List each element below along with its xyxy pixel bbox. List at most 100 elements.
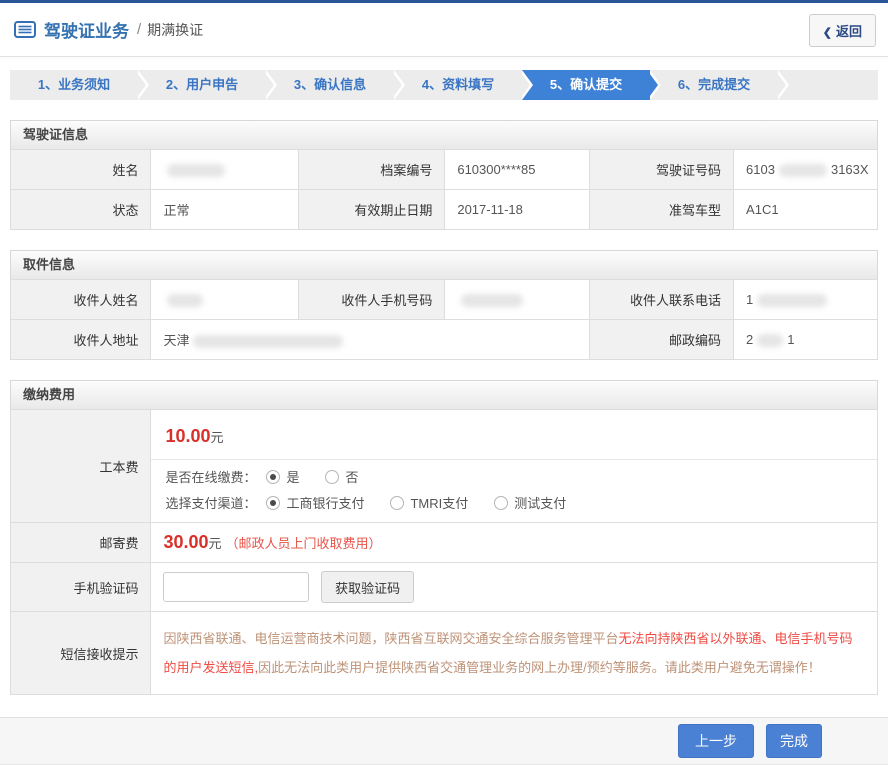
redacted-value (167, 294, 203, 307)
table-row: 姓名 档案编号 610300****85 驾驶证号码 6103 3163X (11, 150, 878, 190)
step-6-complete-submit[interactable]: 6、完成提交 (650, 70, 778, 100)
breadcrumb-current: 期满换证 (147, 20, 203, 40)
expiry-label: 有效期止日期 (298, 190, 445, 230)
chevron-left-icon: ❮ (823, 27, 832, 39)
recipient-mobile-value (445, 280, 590, 320)
table-row: 工本费 10.00元 是否在线缴费： 是 否 选择支付渠道： 工商银行支付 TM… (11, 410, 878, 523)
production-fee-unit: 元 (211, 430, 224, 445)
phone-prefix: 1 (746, 292, 753, 307)
online-pay-no-option[interactable]: 否 (325, 467, 358, 486)
postcode-suffix: 1 (787, 332, 794, 347)
mailing-fee-cell: 30.00元（邮政人员上门收取费用） (151, 523, 878, 563)
file-number-label: 档案编号 (298, 150, 445, 190)
sms-notice-text-3: 因此无法向此类用户提供陕西省交通管理业务的网上办理/预约等服务。请此类用户避免无… (258, 660, 821, 675)
step-2-user-declaration[interactable]: 2、用户申告 (138, 70, 266, 100)
step-3-confirm-info[interactable]: 3、确认信息 (266, 70, 394, 100)
name-value (151, 150, 298, 190)
radio-unchecked-icon[interactable] (390, 496, 404, 510)
channel-icbc-label: 工商银行支付 (286, 493, 364, 512)
step-5-confirm-submit[interactable]: 5、确认提交 (522, 70, 650, 100)
license-list-icon (14, 21, 36, 38)
radio-unchecked-icon[interactable] (325, 470, 339, 484)
vehicle-type-label: 准驾车型 (590, 190, 734, 230)
mailing-fee-label: 邮寄费 (11, 523, 151, 563)
license-info-table: 姓名 档案编号 610300****85 驾驶证号码 6103 3163X 状态 … (10, 149, 878, 230)
table-row: 收件人地址 天津 邮政编码 21 (11, 320, 878, 360)
mailing-fee-amount: 30.00 (163, 532, 208, 552)
step-label: 5、确认提交 (550, 77, 622, 92)
license-info-section: 驾驶证信息 姓名 档案编号 610300****85 驾驶证号码 6103 316… (10, 120, 878, 230)
table-row: 状态 正常 有效期止日期 2017-11-18 准驾车型 A1C1 (11, 190, 878, 230)
production-fee-cell: 10.00元 是否在线缴费： 是 否 选择支付渠道： 工商银行支付 TMRI支付… (151, 410, 878, 523)
table-row: 邮寄费 30.00元（邮政人员上门收取费用） (11, 523, 878, 563)
recipient-phone-value: 1 (734, 280, 878, 320)
license-number-value: 6103 3163X (734, 150, 878, 190)
online-pay-label: 是否在线缴费： (165, 467, 256, 486)
production-fee-amount: 10.00 (165, 426, 210, 446)
get-code-button[interactable]: 获取验证码 (321, 571, 414, 603)
pay-channel-option-row: 选择支付渠道： 工商银行支付 TMRI支付 测试支付 (151, 486, 877, 512)
radio-checked-icon[interactable] (266, 496, 280, 510)
finish-button[interactable]: 完成 (766, 724, 822, 758)
channel-test-label: 测试支付 (514, 493, 566, 512)
step-label: 3、确认信息 (294, 77, 366, 92)
production-fee-label: 工本费 (11, 410, 151, 523)
step-label: 2、用户申告 (166, 77, 238, 92)
step-bar-filler (778, 70, 878, 100)
redacted-value (461, 294, 523, 307)
recipient-mobile-label: 收件人手机号码 (298, 280, 445, 320)
sms-notice-cell: 因陕西省联通、电信运营商技术问题，陕西省互联网交通安全综合服务管理平台无法向持陕… (151, 612, 878, 695)
step-4-fill-data[interactable]: 4、资料填写 (394, 70, 522, 100)
step-1-business-notice[interactable]: 1、业务须知 (10, 70, 138, 100)
postcode-value: 21 (734, 320, 878, 360)
back-button-label: 返回 (836, 24, 862, 39)
file-number-value: 610300****85 (445, 150, 590, 190)
channel-icbc-option[interactable]: 工商银行支付 (266, 493, 364, 512)
redacted-value (167, 164, 225, 177)
license-section-title: 驾驶证信息 (10, 120, 878, 149)
radio-unchecked-icon[interactable] (494, 496, 508, 510)
table-row: 手机验证码 获取验证码 (11, 563, 878, 612)
table-row: 短信接收提示 因陕西省联通、电信运营商技术问题，陕西省互联网交通安全综合服务管理… (11, 612, 878, 695)
page-title: 驾驶证业务 (44, 17, 129, 42)
recipient-address-label: 收件人地址 (11, 320, 151, 360)
license-number-label: 驾驶证号码 (590, 150, 734, 190)
name-label: 姓名 (11, 150, 151, 190)
mailing-fee-unit: 元 (209, 536, 222, 551)
pickup-info-table: 收件人姓名 收件人手机号码 收件人联系电话 1 收件人地址 天津 邮政编码 21 (10, 279, 878, 360)
sms-notice-label: 短信接收提示 (11, 612, 151, 695)
sms-notice-text-1: 因陕西省联通、电信运营商技术问题，陕西省互联网交通安全综合服务管理平台 (163, 631, 618, 646)
payment-section-title: 缴纳费用 (10, 380, 878, 409)
channel-tmri-label: TMRI支付 (410, 493, 468, 512)
online-pay-no-label: 否 (345, 467, 358, 486)
online-pay-yes-label: 是 (286, 467, 299, 486)
step-label: 4、资料填写 (422, 77, 494, 92)
page-header: 驾驶证业务 / 期满换证 ❮ 返回 (0, 3, 888, 57)
payment-section: 缴纳费用 工本费 10.00元 是否在线缴费： 是 否 选择支付渠道： 工商银行… (10, 380, 878, 695)
step-label: 6、完成提交 (678, 77, 750, 92)
sms-code-input[interactable] (163, 572, 309, 602)
payment-table: 工本费 10.00元 是否在线缴费： 是 否 选择支付渠道： 工商银行支付 TM… (10, 409, 878, 695)
postcode-prefix: 2 (746, 332, 753, 347)
online-pay-yes-option[interactable]: 是 (266, 467, 299, 486)
online-pay-option-row: 是否在线缴费： 是 否 (151, 460, 877, 486)
status-label: 状态 (11, 190, 151, 230)
channel-test-option[interactable]: 测试支付 (494, 493, 566, 512)
table-row: 收件人姓名 收件人手机号码 收件人联系电话 1 (11, 280, 878, 320)
license-number-suffix: 3163X (831, 162, 869, 177)
recipient-phone-label: 收件人联系电话 (590, 280, 734, 320)
pickup-section-title: 取件信息 (10, 250, 878, 279)
recipient-address-value: 天津 (151, 320, 590, 360)
expiry-value: 2017-11-18 (445, 190, 590, 230)
radio-checked-icon[interactable] (266, 470, 280, 484)
previous-step-button[interactable]: 上一步 (678, 724, 754, 758)
recipient-name-label: 收件人姓名 (11, 280, 151, 320)
pay-channel-label: 选择支付渠道： (165, 493, 256, 512)
step-label: 1、业务须知 (38, 77, 110, 92)
license-number-prefix: 6103 (746, 162, 775, 177)
breadcrumb-separator: / (137, 21, 141, 38)
channel-tmri-option[interactable]: TMRI支付 (390, 493, 468, 512)
redacted-value (757, 294, 827, 307)
redacted-value (193, 335, 343, 348)
back-button[interactable]: ❮ 返回 (809, 14, 876, 47)
